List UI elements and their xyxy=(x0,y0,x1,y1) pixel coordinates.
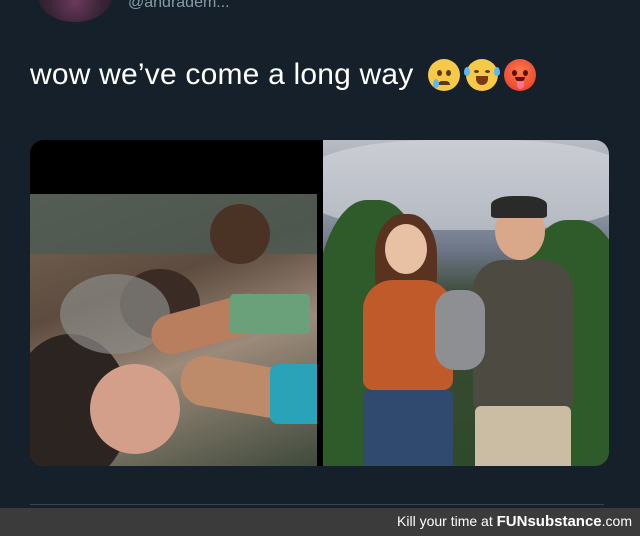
user-handle[interactable]: @andradem... xyxy=(128,0,230,12)
tweet-media[interactable] xyxy=(30,140,609,466)
before-photo[interactable] xyxy=(30,140,317,466)
watermark-text: Kill your time at FUNsubstance.com xyxy=(397,513,632,530)
after-photo[interactable] xyxy=(323,140,609,466)
watermark-prefix: Kill your time at xyxy=(397,513,497,529)
crying-face-icon xyxy=(427,59,460,91)
avatar[interactable] xyxy=(38,0,112,22)
tears-of-joy-icon xyxy=(463,59,500,91)
tweet-text: wow we’ve come a long way xyxy=(30,58,536,92)
hot-face-icon xyxy=(503,59,536,91)
divider xyxy=(30,504,604,505)
watermark-suffix: .com xyxy=(601,513,632,529)
tweet-body: wow we’ve come a long way xyxy=(30,58,414,91)
watermark-brand: FUNsubstance xyxy=(496,513,602,530)
watermark-bar: Kill your time at FUNsubstance.com xyxy=(0,508,640,536)
